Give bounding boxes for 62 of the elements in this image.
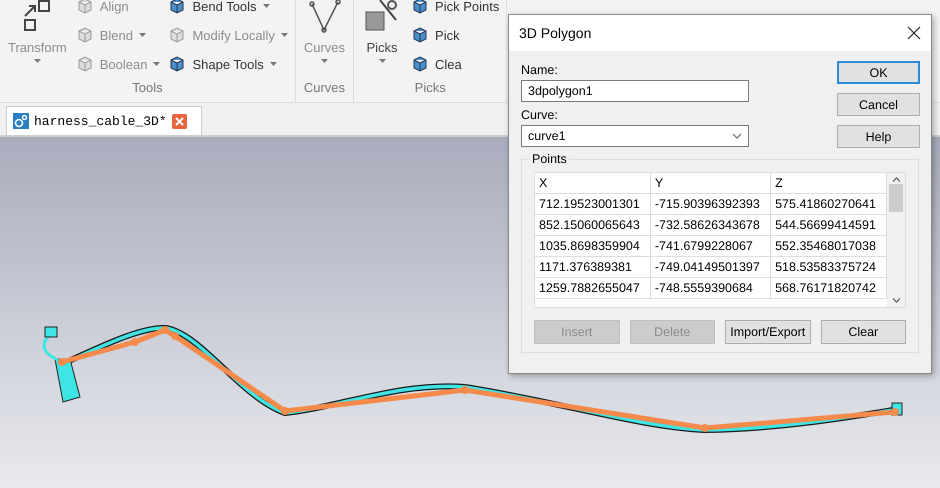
dialog-button[interactable]: OK <box>837 61 920 84</box>
caret-icon <box>153 62 160 66</box>
document-tab[interactable]: harness_cable_3D* <box>6 106 202 135</box>
table-cell: 544.56699414591 <box>770 214 886 236</box>
field-label: Name: <box>521 63 559 77</box>
close-icon[interactable] <box>907 26 921 40</box>
caret-icon <box>270 62 277 66</box>
table-cell: 1259.7882655047 <box>535 278 650 298</box>
ribbon-button[interactable]: Bend Tools <box>165 0 291 18</box>
table-cell: -715.90396392393 <box>650 194 771 214</box>
scrollbar-thumb[interactable] <box>889 184 903 212</box>
table-cell: 518.53583375724 <box>770 256 886 278</box>
chevron-up-icon[interactable] <box>892 177 900 182</box>
chevron-down-icon <box>732 133 742 139</box>
table-cell: 712.19523001301 <box>535 194 650 214</box>
dialog-button[interactable]: Help <box>837 125 920 148</box>
ribbon-button[interactable]: Pick Points <box>408 0 502 18</box>
dialog-title: 3D Polygon <box>519 25 592 41</box>
column-header: Y <box>650 173 771 194</box>
ribbon-group-label: Tools <box>131 80 164 95</box>
cube-icon <box>76 26 94 44</box>
caret-icon <box>280 33 288 37</box>
table-button[interactable]: Clear <box>820 320 906 344</box>
cube-icon <box>168 26 186 44</box>
column-header: X <box>535 173 650 194</box>
table-cell: 852.15060065643 <box>535 214 650 236</box>
cube-icon <box>168 0 186 15</box>
name-field[interactable]: 3dpolygon1 <box>521 80 749 102</box>
cube-icon <box>411 0 430 15</box>
table-cell: -732.58626343678 <box>650 214 771 236</box>
table-cell: 1035.8698359904 <box>535 236 650 256</box>
cube-icon <box>168 55 186 73</box>
caret-icon <box>378 59 386 63</box>
ribbon-button[interactable]: Shape Tools <box>165 52 291 76</box>
table-button[interactable]: Import/Export <box>725 320 810 344</box>
ribbon-group-label: Curves <box>302 80 346 95</box>
ribbon-button[interactable]: Pick <box>408 23 502 47</box>
column-header: Z <box>770 173 886 194</box>
ribbon-group-label: Picks <box>414 80 447 95</box>
field-label: Curve: <box>521 108 559 122</box>
table-cell: -749.04149501397 <box>650 256 771 278</box>
groupbox-label: Points <box>530 152 569 166</box>
table-cell: 1171.376389381 <box>535 256 650 278</box>
cube-icon <box>76 55 94 73</box>
curve-dropdown[interactable]: curve1 <box>521 125 749 147</box>
dialog-button[interactable]: Cancel <box>837 93 920 116</box>
table-cell: -748.5559390684 <box>650 278 771 298</box>
table-cell: 568.76171820742 <box>770 278 886 298</box>
ribbon-button[interactable]: Clea <box>408 52 502 76</box>
table-cell: -741.6799228067 <box>650 236 771 256</box>
cube-icon <box>411 26 430 44</box>
caret-icon <box>262 4 270 8</box>
gear-icon <box>13 113 29 129</box>
caret-icon <box>139 33 146 37</box>
ribbon-large-button[interactable]: Picks <box>358 0 406 80</box>
caret-icon <box>34 59 41 63</box>
caret-icon <box>320 59 328 63</box>
chevron-down-icon[interactable] <box>892 298 900 303</box>
table-cell: 552.35468017038 <box>770 236 886 256</box>
scrollbar[interactable] <box>887 173 905 307</box>
cube-icon <box>411 55 430 73</box>
table-cell: 575.41860270641 <box>770 194 886 214</box>
